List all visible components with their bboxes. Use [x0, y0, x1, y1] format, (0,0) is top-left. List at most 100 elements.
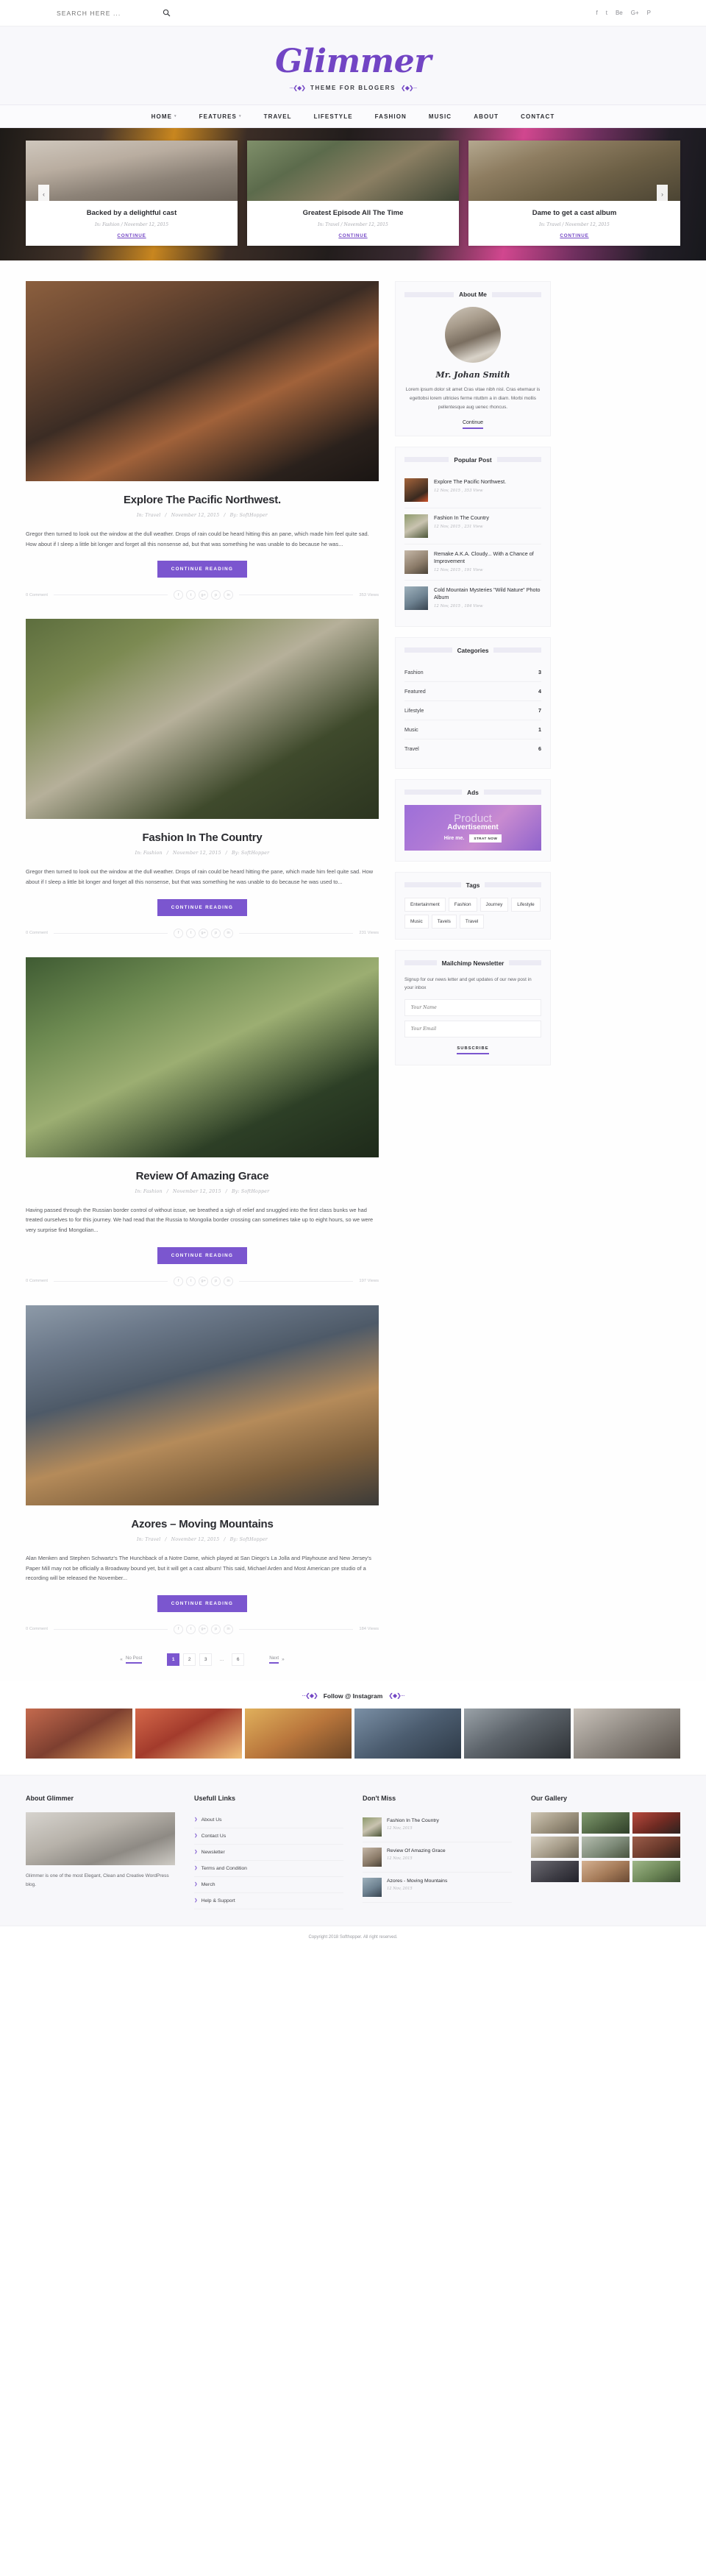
- gallery-photo[interactable]: [582, 1860, 630, 1882]
- post-author[interactable]: By: SoftHopper: [232, 851, 269, 856]
- popular-post-item[interactable]: Fashion In The Country 12 Nov, 2015 , 23…: [404, 508, 541, 544]
- post-featured-image[interactable]: [26, 957, 379, 1157]
- nav-item-music[interactable]: MUSIC: [429, 113, 452, 120]
- twitter-icon[interactable]: t: [186, 590, 196, 600]
- dont-miss-item[interactable]: Azores - Moving Mountains 12 Nov, 2015: [363, 1873, 512, 1903]
- category-row[interactable]: Featured 4: [404, 682, 541, 701]
- post-featured-image[interactable]: [26, 619, 379, 820]
- twitter-icon[interactable]: t: [186, 1624, 196, 1634]
- ad-banner[interactable]: Product Advertisement Hire me. STRAT NOW: [404, 804, 541, 851]
- slide-continue-link[interactable]: CONTINUE: [468, 233, 680, 238]
- instagram-title[interactable]: Follow @ Instagram: [324, 1692, 383, 1700]
- nav-item-lifestyle[interactable]: LIFESTYLE: [314, 113, 353, 120]
- pagination-next[interactable]: Next »: [269, 1656, 285, 1664]
- post-category[interactable]: In: Travel: [137, 513, 160, 518]
- category-row[interactable]: Music 1: [404, 720, 541, 739]
- google-plus-icon[interactable]: G+: [631, 10, 639, 16]
- post-title[interactable]: Review Of Amazing Grace: [26, 1170, 379, 1182]
- category-row[interactable]: Travel 6: [404, 739, 541, 758]
- footer-link-contact-us[interactable]: ❯ Contact Us: [194, 1828, 343, 1845]
- gallery-photo[interactable]: [582, 1836, 630, 1858]
- newsletter-name-input[interactable]: [404, 998, 541, 1016]
- tag-chip[interactable]: Fashion: [448, 897, 477, 912]
- pinterest-icon[interactable]: P: [647, 10, 651, 16]
- nav-item-contact[interactable]: CONTACT: [521, 113, 555, 120]
- gallery-photo[interactable]: [582, 1812, 630, 1834]
- facebook-icon[interactable]: f: [174, 1624, 184, 1634]
- category-row[interactable]: Fashion 3: [404, 663, 541, 682]
- tag-chip[interactable]: Travel: [459, 914, 485, 929]
- facebook-icon[interactable]: f: [596, 10, 597, 16]
- tag-chip[interactable]: Tavels: [431, 914, 457, 929]
- post-author[interactable]: By: SoftHopper: [232, 1189, 269, 1194]
- pinterest-icon[interactable]: p: [211, 1624, 221, 1634]
- dont-miss-item[interactable]: Review Of Amazing Grace 12 Nov, 2015: [363, 1842, 512, 1873]
- pagination-page-6[interactable]: 6: [232, 1653, 245, 1666]
- google-plus-icon[interactable]: g+: [199, 928, 209, 938]
- post-featured-image[interactable]: [26, 1305, 379, 1505]
- dont-miss-item[interactable]: Fashion In The Country 12 Nov, 2015: [363, 1812, 512, 1842]
- nav-item-home[interactable]: HOME ▾: [151, 113, 177, 120]
- continue-reading-button[interactable]: CONTINUE READING: [157, 561, 248, 578]
- newsletter-email-input[interactable]: [404, 1020, 541, 1037]
- slide-card[interactable]: Dame to get a cast album In: Travel / No…: [468, 141, 680, 246]
- continue-reading-button[interactable]: CONTINUE READING: [157, 1246, 248, 1264]
- slide-card[interactable]: Greatest Episode All The Time In: Travel…: [247, 141, 459, 246]
- tag-chip[interactable]: Journey: [479, 897, 509, 912]
- instagram-photo[interactable]: [245, 1708, 352, 1759]
- linkedin-icon[interactable]: in: [224, 590, 234, 600]
- popular-post-item[interactable]: Explore The Pacific Northwest. 12 Nov, 2…: [404, 472, 541, 508]
- slider-next-button[interactable]: ›: [657, 185, 668, 204]
- pagination-prev[interactable]: « No Post: [120, 1656, 143, 1664]
- pinterest-icon[interactable]: p: [211, 1276, 221, 1286]
- pinterest-icon[interactable]: p: [211, 590, 221, 600]
- facebook-icon[interactable]: f: [174, 590, 184, 600]
- post-author[interactable]: By: SoftHopper: [230, 513, 268, 518]
- category-row[interactable]: Lifestyle 7: [404, 701, 541, 720]
- search-icon[interactable]: [163, 9, 171, 17]
- linkedin-icon[interactable]: in: [224, 1624, 234, 1634]
- footer-link-newsletter[interactable]: ❯ Newsletter: [194, 1845, 343, 1861]
- twitter-icon[interactable]: t: [186, 928, 196, 938]
- instagram-photo[interactable]: [26, 1708, 132, 1759]
- slide-card[interactable]: Backed by a delightful cast In: Fashion …: [26, 141, 238, 246]
- twitter-icon[interactable]: t: [606, 10, 607, 16]
- post-category[interactable]: In: Fashion: [135, 851, 163, 856]
- gallery-photo[interactable]: [632, 1812, 680, 1834]
- gallery-photo[interactable]: [632, 1860, 680, 1882]
- pagination-page-2[interactable]: 2: [183, 1653, 196, 1666]
- footer-link-terms[interactable]: ❯ Terms and Condition: [194, 1861, 343, 1877]
- facebook-icon[interactable]: f: [174, 1276, 184, 1286]
- continue-reading-button[interactable]: CONTINUE READING: [157, 1594, 248, 1612]
- site-logo[interactable]: Glimmer: [0, 46, 706, 78]
- tag-chip[interactable]: Entertainment: [404, 897, 446, 912]
- instagram-photo[interactable]: [354, 1708, 461, 1759]
- tag-chip[interactable]: Lifestyle: [511, 897, 541, 912]
- post-author[interactable]: By: SoftHopper: [230, 1537, 268, 1542]
- pagination-page-1[interactable]: 1: [167, 1653, 180, 1666]
- search-box[interactable]: [26, 9, 171, 17]
- linkedin-icon[interactable]: in: [224, 1276, 234, 1286]
- linkedin-icon[interactable]: in: [224, 928, 234, 938]
- post-category[interactable]: In: Travel: [137, 1537, 160, 1542]
- post-title[interactable]: Azores – Moving Mountains: [26, 1518, 379, 1530]
- gallery-photo[interactable]: [531, 1812, 579, 1834]
- gallery-photo[interactable]: [531, 1860, 579, 1882]
- post-title[interactable]: Fashion In The Country: [26, 831, 379, 844]
- post-featured-image[interactable]: [26, 281, 379, 481]
- behance-icon[interactable]: Be: [616, 10, 623, 16]
- nav-item-travel[interactable]: TRAVEL: [264, 113, 292, 120]
- google-plus-icon[interactable]: g+: [199, 590, 209, 600]
- ad-cta-button[interactable]: STRAT NOW: [469, 834, 502, 842]
- popular-post-item[interactable]: Cold Mountain Mysteries "Wild Nature" Ph…: [404, 581, 541, 616]
- newsletter-subscribe-button[interactable]: SUBSCRIBE: [457, 1046, 489, 1054]
- nav-item-features[interactable]: FEATURES ▾: [199, 113, 242, 120]
- twitter-icon[interactable]: t: [186, 1276, 196, 1286]
- nav-item-fashion[interactable]: FASHION: [375, 113, 407, 120]
- nav-item-about[interactable]: ABOUT: [474, 113, 499, 120]
- footer-link-merch[interactable]: ❯ Merch: [194, 1877, 343, 1893]
- slider-prev-button[interactable]: ‹: [38, 185, 49, 204]
- tag-chip[interactable]: Music: [404, 914, 429, 929]
- instagram-photo[interactable]: [574, 1708, 680, 1759]
- search-input[interactable]: [57, 9, 138, 17]
